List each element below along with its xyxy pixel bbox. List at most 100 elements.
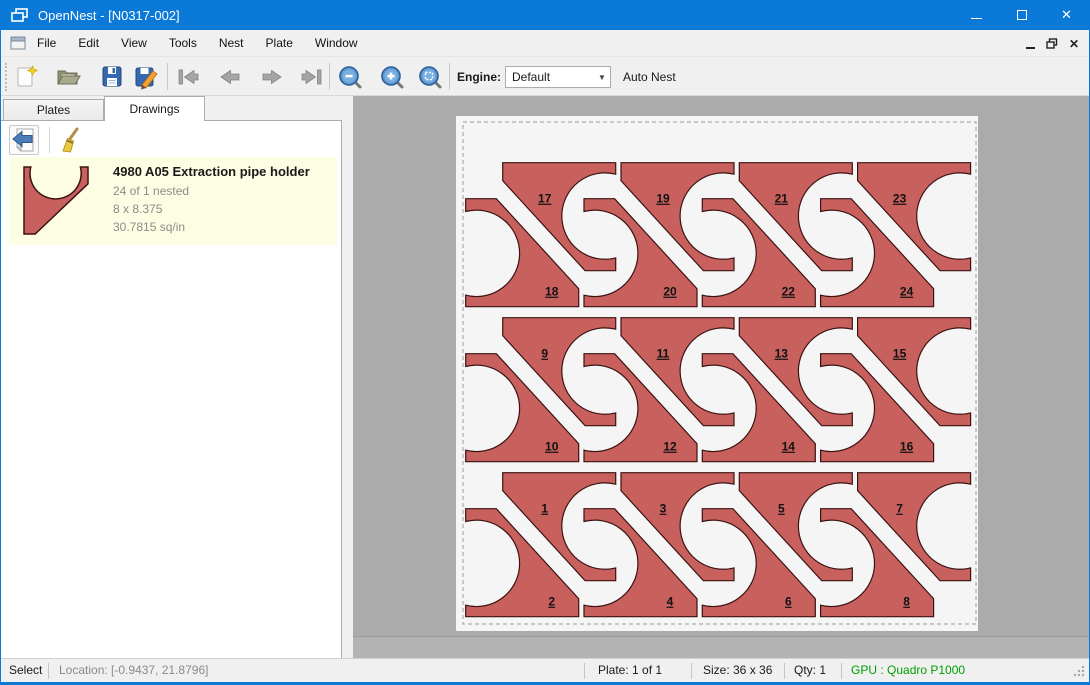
- tab-drawings[interactable]: Drawings: [104, 96, 205, 121]
- menu-tools[interactable]: Tools: [158, 32, 208, 54]
- part-number-label: 20: [663, 285, 677, 299]
- title-bar[interactable]: OpenNest - [N0317-002] ✕: [1, 0, 1089, 30]
- zoom-out-icon: [337, 64, 363, 90]
- drawing-title: 4980 A05 Extraction pipe holder: [113, 162, 310, 182]
- horizontal-scrollbar[interactable]: [353, 636, 1090, 658]
- minimize-icon: [971, 18, 982, 19]
- status-separator: [784, 663, 785, 679]
- status-separator: [691, 663, 692, 679]
- part-number-label: 5: [778, 502, 785, 516]
- zoom-in-icon: [379, 64, 405, 90]
- zoom-in-button[interactable]: [377, 62, 407, 92]
- save-as-icon: [133, 64, 159, 90]
- auto-nest-button[interactable]: Auto Nest: [623, 70, 676, 84]
- resize-grip[interactable]: [1072, 664, 1086, 678]
- mdi-minimize-icon: [1026, 47, 1035, 49]
- clear-drawings-button[interactable]: [55, 125, 85, 155]
- close-icon: ✕: [1061, 7, 1072, 23]
- part-number-label: 9: [541, 347, 548, 361]
- previous-plate-button[interactable]: [215, 62, 245, 92]
- menu-view[interactable]: View: [110, 32, 158, 54]
- import-drawing-icon: [10, 126, 38, 154]
- part-number-label: 7: [896, 502, 903, 516]
- broom-icon: [56, 126, 84, 154]
- drawings-panel: 4980 A05 Extraction pipe holder 24 of 1 …: [1, 120, 342, 658]
- menu-file[interactable]: File: [26, 32, 67, 54]
- first-arrow-icon: [175, 64, 201, 90]
- left-arrow-icon: [217, 64, 243, 90]
- status-size: Size: 36 x 36: [703, 663, 772, 677]
- toolbar-separator: [449, 63, 450, 90]
- part-number-label: 15: [893, 347, 907, 361]
- open-folder-icon: [55, 64, 81, 90]
- last-plate-button[interactable]: [297, 62, 327, 92]
- new-button[interactable]: [11, 62, 41, 92]
- part-number-label: 12: [663, 440, 677, 454]
- mdi-close-button[interactable]: ✕: [1063, 34, 1085, 54]
- plate-view[interactable]: 171819202122232491011121314151612345678: [353, 96, 1090, 636]
- part-number-label: 6: [785, 595, 792, 609]
- app-icon: [11, 8, 29, 23]
- zoom-fit-button[interactable]: [415, 62, 445, 92]
- toolbar-separator: [167, 63, 168, 90]
- status-gpu: GPU : Quadro P1000: [851, 663, 965, 677]
- zoom-out-button[interactable]: [335, 62, 365, 92]
- next-plate-button[interactable]: [257, 62, 287, 92]
- part-number-label: 18: [545, 285, 559, 299]
- status-qty: Qty: 1: [794, 663, 826, 677]
- status-separator: [48, 663, 49, 679]
- window-title: OpenNest - [N0317-002]: [38, 8, 180, 23]
- right-arrow-icon: [259, 64, 285, 90]
- menu-plate[interactable]: Plate: [255, 32, 304, 54]
- nest-canvas[interactable]: 171819202122232491011121314151612345678: [353, 96, 1090, 636]
- part-thumbnail: [17, 165, 97, 237]
- part-number-label: 21: [775, 192, 789, 206]
- main-toolbar: Engine: Default ▼ Auto Nest: [1, 57, 1089, 96]
- part-number-label: 24: [900, 285, 914, 299]
- menu-window[interactable]: Window: [304, 32, 369, 54]
- menu-bar: File Edit View Tools Nest Plate Window ✕: [1, 30, 1089, 57]
- menu-edit[interactable]: Edit: [67, 32, 110, 54]
- tab-plates[interactable]: Plates: [3, 99, 104, 121]
- drawings-toolbar: [1, 122, 341, 157]
- open-button[interactable]: [53, 62, 83, 92]
- minimize-button[interactable]: [954, 0, 999, 30]
- status-mode: Select: [9, 663, 42, 677]
- save-as-button[interactable]: [131, 62, 161, 92]
- tab-strip: Plates Drawings: [1, 96, 342, 121]
- mdi-minimize-button[interactable]: [1019, 34, 1041, 54]
- save-icon: [99, 64, 125, 90]
- part-number-label: 16: [900, 440, 914, 454]
- drawing-list-item[interactable]: 4980 A05 Extraction pipe holder 24 of 1 …: [9, 157, 337, 245]
- app-window: OpenNest - [N0317-002] ✕ File Edit View …: [0, 0, 1090, 685]
- toolbar-grip[interactable]: [5, 63, 8, 91]
- part-number-label: 23: [893, 192, 907, 206]
- engine-label: Engine:: [457, 70, 501, 84]
- zoom-fit-icon: [417, 64, 443, 90]
- drawing-nested-count: 24 of 1 nested: [113, 182, 310, 200]
- panel-splitter[interactable]: [342, 96, 353, 658]
- part-number-label: 13: [775, 347, 789, 361]
- part-number-label: 22: [782, 285, 796, 299]
- engine-value: Default: [506, 70, 594, 84]
- save-button[interactable]: [97, 62, 127, 92]
- chevron-down-icon[interactable]: ▼: [594, 67, 610, 87]
- last-arrow-icon: [299, 64, 325, 90]
- status-plate: Plate: 1 of 1: [598, 663, 662, 677]
- menu-nest[interactable]: Nest: [208, 32, 255, 54]
- part-number-label: 10: [545, 440, 559, 454]
- drawing-size: 8 x 8.375: [113, 200, 310, 218]
- mdi-restore-button[interactable]: [1041, 34, 1063, 54]
- import-drawing-button[interactable]: [9, 125, 39, 155]
- part-number-label: 19: [656, 192, 670, 206]
- first-plate-button[interactable]: [173, 62, 203, 92]
- status-bar: Select Location: [-0.9437, 21.8796] Plat…: [1, 658, 1089, 682]
- engine-combobox[interactable]: Default ▼: [505, 66, 611, 88]
- part-number-label: 2: [548, 595, 555, 609]
- part-number-label: 14: [782, 440, 796, 454]
- new-file-icon: [13, 64, 39, 90]
- maximize-button[interactable]: [999, 0, 1044, 30]
- close-button[interactable]: ✕: [1044, 0, 1089, 30]
- maximize-icon: [1017, 10, 1027, 20]
- mini-toolbar-separator: [49, 127, 50, 153]
